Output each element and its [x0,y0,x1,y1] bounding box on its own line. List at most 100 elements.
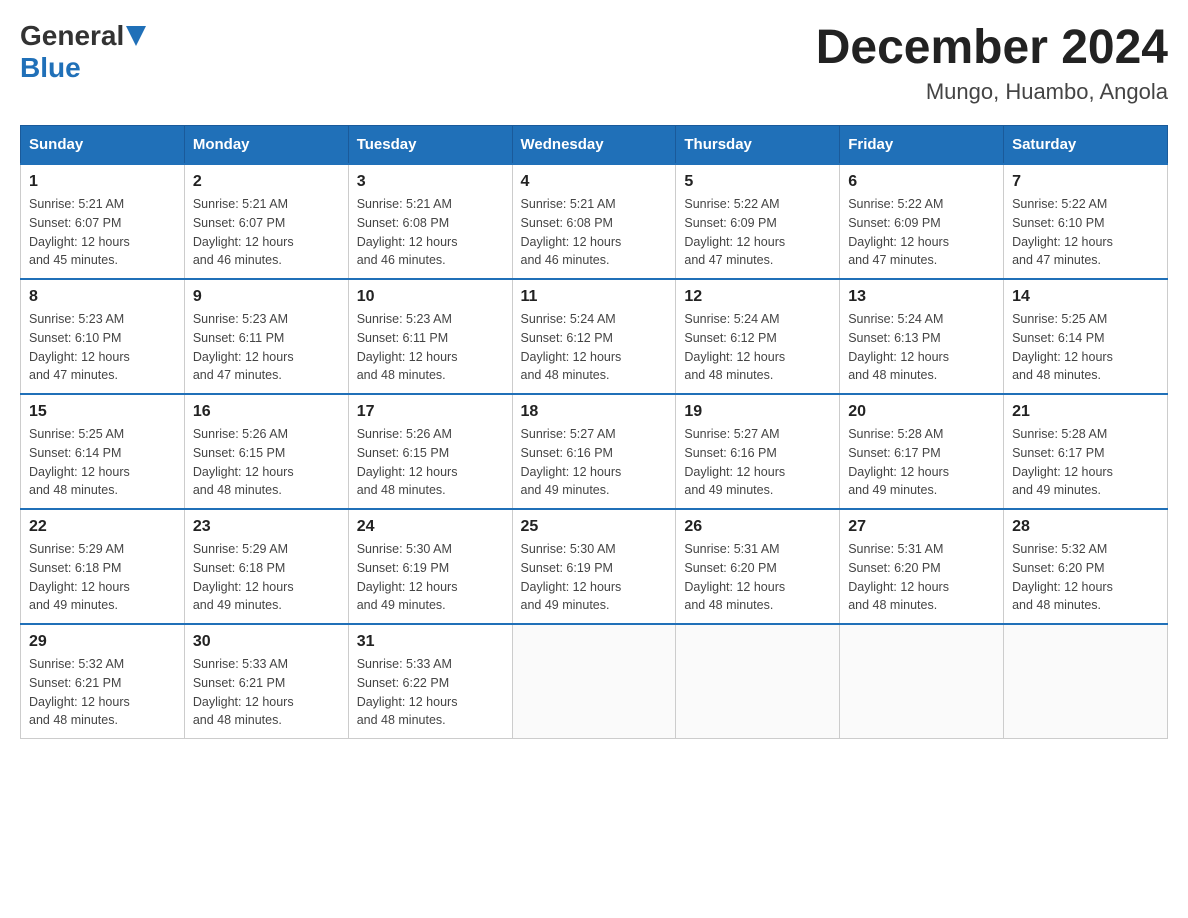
table-row: 20 Sunrise: 5:28 AMSunset: 6:17 PMDayligh… [840,394,1004,509]
day-info: Sunrise: 5:24 AMSunset: 6:13 PMDaylight:… [848,310,995,385]
table-row: 3Sunrise: 5:21 AMSunset: 6:08 PMDaylight… [348,164,512,279]
day-number: 16 [193,403,340,421]
day-info: Sunrise: 5:24 AMSunset: 6:12 PMDaylight:… [521,310,668,385]
calendar-week-row-5: 29 Sunrise: 5:32 AMSunset: 6:21 PMDayligh… [21,624,1168,739]
day-info: Sunrise: 5:23 AMSunset: 6:10 PMDaylight:… [29,310,176,385]
table-row: 12 Sunrise: 5:24 AMSunset: 6:12 PMDayligh… [676,279,840,394]
calendar-location: Mungo, Huambo, Angola [816,79,1168,105]
day-number: 1 [29,173,176,191]
day-number: 7 [1012,173,1159,191]
day-info: Sunrise: 5:33 AMSunset: 6:21 PMDaylight:… [193,655,340,730]
day-number: 6 [848,173,995,191]
day-number: 11 [521,288,668,306]
day-number: 20 [848,403,995,421]
calendar-title-section: December 2024 Mungo, Huambo, Angola [816,20,1168,105]
day-info: Sunrise: 5:22 AMSunset: 6:09 PMDaylight:… [684,195,831,270]
day-info: Sunrise: 5:29 AMSunset: 6:18 PMDaylight:… [193,540,340,615]
table-row: 2 Sunrise: 5:21 AMSunset: 6:07 PMDaylight… [184,164,348,279]
header-thursday: Thursday [676,126,840,165]
table-row: 29 Sunrise: 5:32 AMSunset: 6:21 PMDayligh… [21,624,185,739]
day-info: Sunrise: 5:32 AMSunset: 6:20 PMDaylight:… [1012,540,1159,615]
day-number: 27 [848,518,995,536]
calendar-week-row-1: 1 Sunrise: 5:21 AMSunset: 6:07 PMDaylight… [21,164,1168,279]
day-number: 9 [193,288,340,306]
table-row [676,624,840,739]
day-number: 8 [29,288,176,306]
day-info: Sunrise: 5:28 AMSunset: 6:17 PMDaylight:… [848,425,995,500]
day-info: Sunrise: 5:21 AMSunset: 6:07 PMDaylight:… [29,195,176,270]
table-row: 22 Sunrise: 5:29 AMSunset: 6:18 PMDayligh… [21,509,185,624]
calendar-title: December 2024 [816,20,1168,75]
day-info: Sunrise: 5:23 AMSunset: 6:11 PMDaylight:… [193,310,340,385]
day-info: Sunrise: 5:30 AMSunset: 6:19 PMDaylight:… [521,540,668,615]
table-row: 28 Sunrise: 5:32 AMSunset: 6:20 PMDayligh… [1004,509,1168,624]
day-number: 13 [848,288,995,306]
day-info: Sunrise: 5:32 AMSunset: 6:21 PMDaylight:… [29,655,176,730]
day-info: Sunrise: 5:26 AMSunset: 6:15 PMDaylight:… [357,425,504,500]
day-number: 22 [29,518,176,536]
calendar-week-row-4: 22 Sunrise: 5:29 AMSunset: 6:18 PMDayligh… [21,509,1168,624]
day-info: Sunrise: 5:29 AMSunset: 6:18 PMDaylight:… [29,540,176,615]
day-number: 31 [357,633,504,651]
table-row: 5Sunrise: 5:22 AMSunset: 6:09 PMDaylight… [676,164,840,279]
table-row: 7Sunrise: 5:22 AMSunset: 6:10 PMDaylight… [1004,164,1168,279]
table-row: 14Sunrise: 5:25 AMSunset: 6:14 PMDayligh… [1004,279,1168,394]
table-row: 18 Sunrise: 5:27 AMSunset: 6:16 PMDayligh… [512,394,676,509]
table-row: 1 Sunrise: 5:21 AMSunset: 6:07 PMDaylight… [21,164,185,279]
day-number: 30 [193,633,340,651]
table-row: 10 Sunrise: 5:23 AMSunset: 6:11 PMDayligh… [348,279,512,394]
day-info: Sunrise: 5:30 AMSunset: 6:19 PMDaylight:… [357,540,504,615]
day-info: Sunrise: 5:21 AMSunset: 6:07 PMDaylight:… [193,195,340,270]
logo-blue: Blue [20,52,81,83]
calendar-header-row: Sunday Monday Tuesday Wednesday Thursday… [21,126,1168,165]
day-number: 3 [357,173,504,191]
table-row: 11 Sunrise: 5:24 AMSunset: 6:12 PMDayligh… [512,279,676,394]
header-sunday: Sunday [21,126,185,165]
table-row: 26Sunrise: 5:31 AMSunset: 6:20 PMDayligh… [676,509,840,624]
header-wednesday: Wednesday [512,126,676,165]
calendar-week-row-3: 15Sunrise: 5:25 AMSunset: 6:14 PMDayligh… [21,394,1168,509]
day-number: 12 [684,288,831,306]
page-header: General Blue December 2024 Mungo, Huambo… [20,20,1168,105]
day-info: Sunrise: 5:33 AMSunset: 6:22 PMDaylight:… [357,655,504,730]
table-row: 4 Sunrise: 5:21 AMSunset: 6:08 PMDaylight… [512,164,676,279]
day-number: 17 [357,403,504,421]
table-row: 8 Sunrise: 5:23 AMSunset: 6:10 PMDaylight… [21,279,185,394]
day-info: Sunrise: 5:31 AMSunset: 6:20 PMDaylight:… [684,540,831,615]
header-saturday: Saturday [1004,126,1168,165]
table-row [1004,624,1168,739]
table-row: 19 Sunrise: 5:27 AMSunset: 6:16 PMDayligh… [676,394,840,509]
day-number: 21 [1012,403,1159,421]
calendar-table: Sunday Monday Tuesday Wednesday Thursday… [20,125,1168,739]
day-number: 29 [29,633,176,651]
table-row [840,624,1004,739]
table-row: 24Sunrise: 5:30 AMSunset: 6:19 PMDayligh… [348,509,512,624]
table-row: 27 Sunrise: 5:31 AMSunset: 6:20 PMDayligh… [840,509,1004,624]
day-info: Sunrise: 5:27 AMSunset: 6:16 PMDaylight:… [684,425,831,500]
day-number: 28 [1012,518,1159,536]
table-row: 9 Sunrise: 5:23 AMSunset: 6:11 PMDaylight… [184,279,348,394]
day-number: 4 [521,173,668,191]
day-info: Sunrise: 5:21 AMSunset: 6:08 PMDaylight:… [521,195,668,270]
day-number: 25 [521,518,668,536]
table-row: 30 Sunrise: 5:33 AMSunset: 6:21 PMDayligh… [184,624,348,739]
day-info: Sunrise: 5:31 AMSunset: 6:20 PMDaylight:… [848,540,995,615]
table-row: 25 Sunrise: 5:30 AMSunset: 6:19 PMDayligh… [512,509,676,624]
table-row: 16Sunrise: 5:26 AMSunset: 6:15 PMDayligh… [184,394,348,509]
day-number: 19 [684,403,831,421]
day-info: Sunrise: 5:25 AMSunset: 6:14 PMDaylight:… [29,425,176,500]
day-number: 2 [193,173,340,191]
day-info: Sunrise: 5:25 AMSunset: 6:14 PMDaylight:… [1012,310,1159,385]
day-number: 18 [521,403,668,421]
day-info: Sunrise: 5:24 AMSunset: 6:12 PMDaylight:… [684,310,831,385]
day-info: Sunrise: 5:22 AMSunset: 6:09 PMDaylight:… [848,195,995,270]
header-tuesday: Tuesday [348,126,512,165]
header-friday: Friday [840,126,1004,165]
logo-triangle-icon [126,26,146,46]
day-info: Sunrise: 5:27 AMSunset: 6:16 PMDaylight:… [521,425,668,500]
table-row: 21Sunrise: 5:28 AMSunset: 6:17 PMDayligh… [1004,394,1168,509]
table-row: 31 Sunrise: 5:33 AMSunset: 6:22 PMDayligh… [348,624,512,739]
logo: General Blue [20,20,146,84]
day-info: Sunrise: 5:23 AMSunset: 6:11 PMDaylight:… [357,310,504,385]
day-number: 10 [357,288,504,306]
